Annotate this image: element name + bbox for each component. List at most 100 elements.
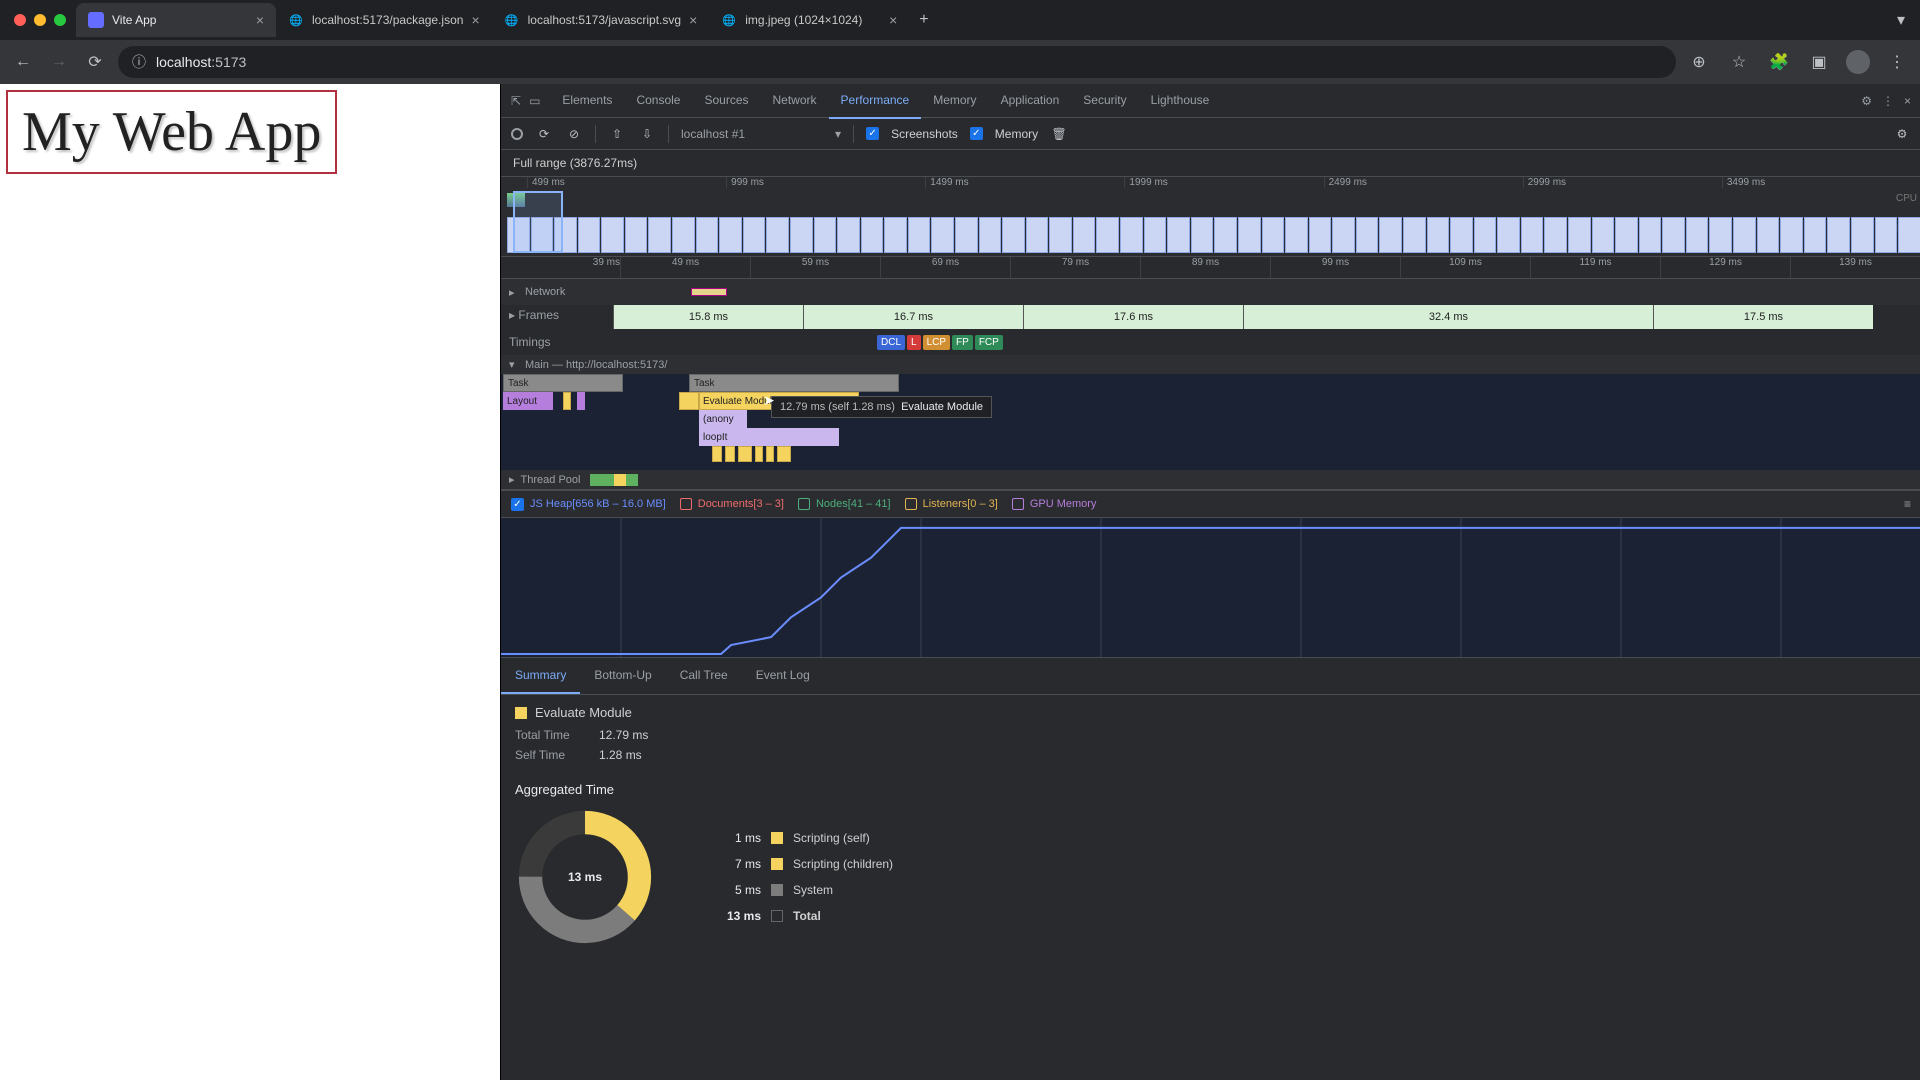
main-track-header[interactable]: ▾ Main — http://localhost:5173/ <box>501 355 1920 374</box>
screenshots-checkbox[interactable]: ✓ <box>866 127 879 140</box>
reload-record-icon[interactable]: ⟳ <box>535 127 553 141</box>
task-bar[interactable]: Task <box>689 374 899 392</box>
thread-pool-header[interactable]: ▸ Thread Pool <box>501 470 1920 489</box>
overview-frame <box>1379 217 1402 253</box>
target-label: localhost #1 <box>681 127 745 141</box>
bookmark-icon[interactable]: ☆ <box>1726 52 1752 72</box>
settings-gear-icon[interactable]: ⚙ <box>1893 127 1911 141</box>
profile-avatar[interactable] <box>1846 50 1870 74</box>
frame-block[interactable]: 32.4 ms <box>1243 305 1653 329</box>
timing-badge-fcp[interactable]: FCP <box>975 335 1003 350</box>
kebab-icon[interactable]: ⋮ <box>1882 94 1894 108</box>
layout-bar[interactable]: Layout <box>503 392 553 410</box>
memory-checkbox[interactable]: ✓ <box>970 127 983 140</box>
frame-block[interactable]: 17.6 ms <box>1023 305 1243 329</box>
script-bar[interactable] <box>712 446 722 462</box>
script-bar[interactable] <box>766 446 774 462</box>
upload-icon[interactable]: ⇧ <box>608 127 626 141</box>
zoom-icon[interactable]: ⊕ <box>1686 52 1712 72</box>
kebab-menu-icon[interactable]: ⋮ <box>1884 52 1910 72</box>
disclosure-triangle-icon[interactable]: ▸ <box>509 308 515 322</box>
timing-badge-dcl[interactable]: DCL <box>877 335 905 350</box>
loopit-bar[interactable]: loopIt <box>699 428 839 446</box>
script-bar[interactable] <box>563 392 571 410</box>
devtools-tab-memory[interactable]: Memory <box>921 83 988 119</box>
close-window-button[interactable] <box>14 14 26 26</box>
memory-chart[interactable] <box>501 518 1920 658</box>
browser-tab-active[interactable]: Vite App × <box>76 3 276 37</box>
network-track-header[interactable]: ▸ Network <box>501 279 1920 305</box>
mem-legend-listeners[interactable]: Listeners[0 – 3] <box>905 498 998 510</box>
detail-tab-summary[interactable]: Summary <box>501 658 580 694</box>
url-bar[interactable]: ⓘ localhost:5173 <box>118 46 1676 78</box>
anonymous-bar[interactable]: (anony <box>699 410 747 428</box>
script-bar[interactable] <box>725 446 735 462</box>
overview-frame <box>1544 217 1567 253</box>
devtools-tab-elements[interactable]: Elements <box>550 83 624 119</box>
devtools-tab-security[interactable]: Security <box>1071 83 1138 119</box>
devtools-tab-sources[interactable]: Sources <box>692 83 760 119</box>
close-tab-icon[interactable]: × <box>889 12 897 28</box>
inspect-element-icon[interactable]: ⇱ <box>511 94 521 108</box>
range-label: Full range (3876.27ms) <box>501 150 1920 177</box>
network-request-bar[interactable] <box>691 288 727 296</box>
mem-legend-documents[interactable]: Documents[3 – 3] <box>680 498 784 510</box>
new-tab-button[interactable]: + <box>909 11 938 29</box>
devtools-tab-lighthouse[interactable]: Lighthouse <box>1139 83 1222 119</box>
close-tab-icon[interactable]: × <box>689 12 697 28</box>
devtools-tab-network[interactable]: Network <box>761 83 829 119</box>
maximize-window-button[interactable] <box>54 14 66 26</box>
devtools-tab-console[interactable]: Console <box>624 83 692 119</box>
task-bar[interactable]: Task <box>503 374 623 392</box>
close-devtools-icon[interactable]: × <box>1904 94 1911 108</box>
mem-legend-gpu[interactable]: GPU Memory <box>1012 498 1097 510</box>
frame-block[interactable]: 16.7 ms <box>803 305 1023 329</box>
script-bar[interactable] <box>738 446 752 462</box>
side-panel-icon[interactable]: ▣ <box>1806 52 1832 72</box>
timing-badge-lcp[interactable]: LCP <box>923 335 950 350</box>
chevron-down-icon[interactable]: ▾ <box>1888 10 1914 30</box>
minimize-window-button[interactable] <box>34 14 46 26</box>
script-bar[interactable] <box>755 446 763 462</box>
detail-tab-bottom-up[interactable]: Bottom-Up <box>580 658 665 694</box>
devtools-tab-performance[interactable]: Performance <box>829 83 922 119</box>
close-tab-icon[interactable]: × <box>471 12 479 28</box>
overview-timeline[interactable]: 499 ms999 ms1499 ms1999 ms2499 ms2999 ms… <box>501 177 1920 257</box>
disclosure-triangle-icon[interactable]: ▸ <box>509 286 519 299</box>
hamburger-icon[interactable]: ≡ <box>1904 497 1911 511</box>
mem-legend-jsheap[interactable]: ✓ JS Heap[656 kB – 16.0 MB] <box>511 498 666 511</box>
settings-gear-icon[interactable]: ⚙ <box>1861 94 1872 108</box>
browser-tab[interactable]: 🌐 localhost:5173/package.json × <box>276 3 492 37</box>
browser-tab[interactable]: 🌐 img.jpeg (1024×1024) × <box>709 3 909 37</box>
detail-tab-event-log[interactable]: Event Log <box>742 658 824 694</box>
back-button[interactable]: ← <box>10 53 36 71</box>
device-toolbar-icon[interactable]: ▭ <box>529 94 540 108</box>
download-icon[interactable]: ⇩ <box>638 127 656 141</box>
gc-icon[interactable]: 🗑 <box>1050 127 1068 141</box>
browser-tab[interactable]: 🌐 localhost:5173/javascript.svg × <box>492 3 710 37</box>
disclosure-triangle-icon[interactable]: ▾ <box>509 358 519 371</box>
overview-selection[interactable] <box>513 191 563 253</box>
color-swatch <box>515 707 527 719</box>
ruler-tick: 49 ms <box>621 257 751 278</box>
extensions-icon[interactable]: 🧩 <box>1766 52 1792 72</box>
timing-badge-fp[interactable]: FP <box>952 335 973 350</box>
frame-block[interactable]: 15.8 ms <box>613 305 803 329</box>
mem-legend-nodes[interactable]: Nodes[41 – 41] <box>798 498 891 510</box>
frame-block[interactable]: 17.5 ms <box>1653 305 1873 329</box>
overview-frame <box>1592 217 1615 253</box>
timing-badge-l[interactable]: L <box>907 335 921 350</box>
disclosure-triangle-icon[interactable]: ▸ <box>509 473 515 486</box>
script-bar[interactable] <box>777 446 791 462</box>
detail-tab-call-tree[interactable]: Call Tree <box>666 658 742 694</box>
clear-icon[interactable]: ⊘ <box>565 127 583 141</box>
site-info-icon[interactable]: ⓘ <box>132 52 146 72</box>
close-tab-icon[interactable]: × <box>256 12 264 28</box>
reload-button[interactable]: ⟳ <box>82 52 108 72</box>
devtools-tab-application[interactable]: Application <box>989 83 1072 119</box>
target-select[interactable]: localhost #1 ▾ <box>681 127 841 141</box>
layout-bar[interactable] <box>577 392 585 410</box>
record-button[interactable] <box>511 128 523 140</box>
script-bar[interactable] <box>679 392 699 410</box>
main-flamechart[interactable]: Task Task Layout Evaluate Module (an <box>501 374 1920 470</box>
